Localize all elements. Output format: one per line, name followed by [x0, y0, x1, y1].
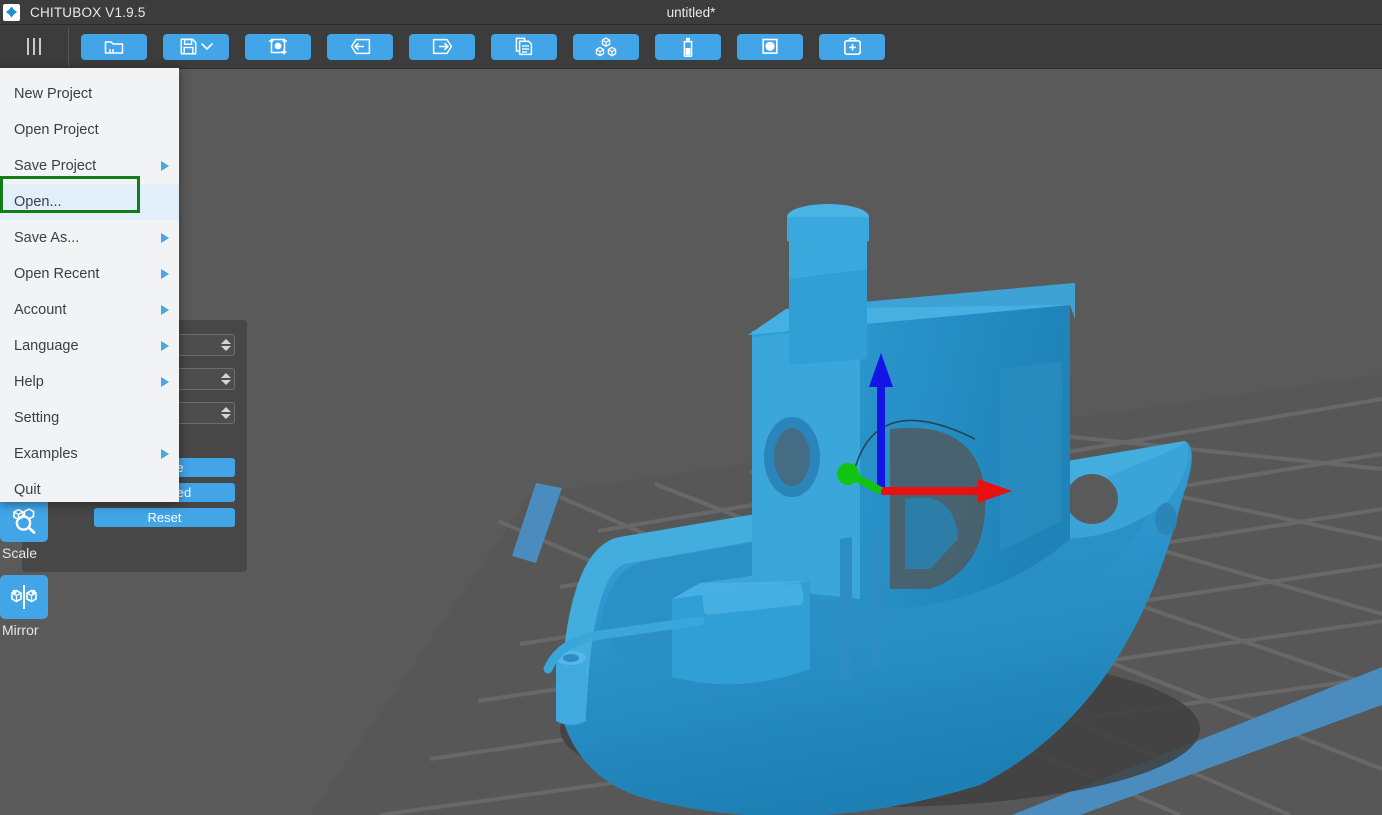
mirror-cubes-icon — [11, 585, 37, 609]
hollow-circle-icon — [762, 38, 778, 54]
support-button[interactable] — [819, 33, 885, 60]
stepper-arrows-icon[interactable] — [221, 407, 231, 419]
scale-magnifier-cube-icon — [13, 508, 36, 534]
chevron-down-icon[interactable] — [200, 42, 213, 51]
duplicate-button[interactable] — [491, 33, 557, 60]
copy-pages-icon — [515, 37, 533, 56]
document-title: untitled* — [666, 4, 716, 20]
menu-item-label: Quit — [14, 482, 41, 498]
menu-item-help[interactable]: Help — [0, 364, 179, 400]
submenu-arrow-icon — [161, 449, 169, 459]
plate-settings-button[interactable] — [245, 33, 311, 60]
submenu-arrow-icon — [161, 341, 169, 351]
menu-item-label: Help — [14, 374, 44, 390]
arrow-left-in-box-icon — [350, 38, 370, 55]
menu-item-label: Account — [14, 302, 67, 318]
submenu-arrow-icon — [161, 269, 169, 279]
menu-item-language[interactable]: Language — [0, 328, 179, 364]
plate-object-icon — [269, 38, 287, 55]
menu-item-open[interactable]: Open... — [0, 184, 179, 220]
menu-item-account[interactable]: Account — [0, 292, 179, 328]
submenu-arrow-icon — [161, 233, 169, 243]
menu-item-open-project[interactable]: Open Project — [0, 112, 179, 148]
menu-item-label: Save Project — [14, 158, 97, 174]
menu-item-label: Examples — [14, 446, 78, 462]
undo-button[interactable] — [327, 33, 393, 60]
stepper-arrows-icon[interactable] — [221, 373, 231, 385]
hollow-button[interactable] — [737, 33, 803, 60]
resin-bottle-icon — [683, 37, 693, 57]
resin-button[interactable] — [655, 33, 721, 60]
toolbar-separator — [68, 26, 69, 67]
menu-item-save-as[interactable]: Save As... — [0, 220, 179, 256]
submenu-arrow-icon — [161, 305, 169, 315]
mirror-tool-label: Mirror — [2, 622, 39, 638]
menu-item-examples[interactable]: Examples — [0, 436, 179, 472]
title-bar: CHITUBOX V1.9.5 untitled* — [0, 0, 1382, 25]
menu-item-label: Language — [14, 338, 79, 354]
menu-item-label: Save As... — [14, 230, 80, 246]
menu-item-label: Open... — [14, 194, 62, 210]
save-file-button[interactable] — [163, 33, 229, 60]
arrow-right-out-box-icon — [432, 38, 452, 55]
stepper-arrows-icon[interactable] — [221, 339, 231, 351]
folder-open-icon — [104, 40, 124, 54]
mirror-tool-button[interactable] — [0, 575, 48, 619]
submenu-arrow-icon — [161, 377, 169, 387]
menu-item-label: New Project — [14, 86, 93, 102]
menu-item-setting[interactable]: Setting — [0, 400, 179, 436]
menu-item-open-recent[interactable]: Open Recent — [0, 256, 179, 292]
app-title: CHITUBOX V1.9.5 — [30, 4, 146, 20]
chitubox-window: Rotate Centered Reset Scale — [0, 0, 1382, 815]
cubes-arrange-icon — [595, 36, 617, 56]
menu-item-quit[interactable]: Quit — [0, 472, 179, 508]
menu-item-label: Setting — [14, 410, 60, 426]
menu-item-label: Open Project — [14, 122, 99, 138]
floppy-disk-icon — [180, 38, 196, 55]
main-toolbar — [0, 25, 1382, 69]
scale-tool-label: Scale — [2, 545, 38, 561]
hamburger-menu-button[interactable] — [0, 25, 68, 69]
tool-rail-item-mirror[interactable]: Mirror — [0, 575, 60, 638]
reset-button[interactable]: Reset — [94, 508, 235, 527]
chitubox-diamond-logo-icon — [3, 3, 20, 21]
menu-item-new-project[interactable]: New Project — [0, 76, 179, 112]
menu-item-label: Open Recent — [14, 266, 100, 282]
submenu-arrow-icon — [161, 161, 169, 171]
redo-button[interactable] — [409, 33, 475, 60]
main-dropdown-menu[interactable]: New Project Open Project Save Project Open.… — [0, 68, 179, 502]
add-support-icon — [843, 37, 861, 55]
arrange-button[interactable] — [573, 33, 639, 60]
menu-item-save-project[interactable]: Save Project — [0, 148, 179, 184]
open-file-button[interactable] — [81, 33, 147, 60]
